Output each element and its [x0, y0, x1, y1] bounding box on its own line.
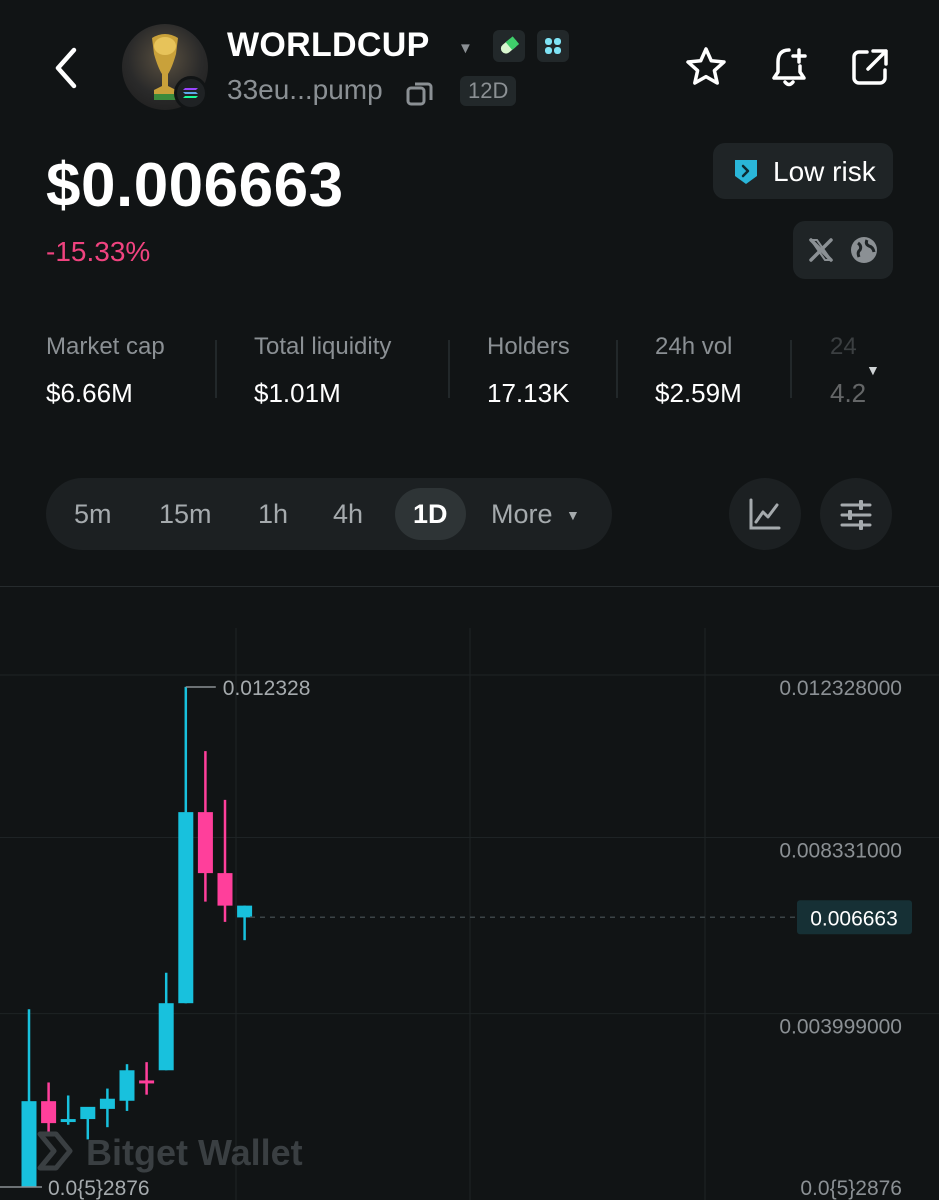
- caret-down-icon: ▼: [566, 507, 580, 523]
- candle-body: [60, 1119, 76, 1123]
- stat-label-market-cap: Market cap: [46, 333, 165, 360]
- watermark: Bitget Wallet: [86, 1132, 303, 1173]
- candle-body: [99, 1098, 115, 1109]
- price-change: -15.33%: [46, 236, 151, 267]
- stat-value-market-cap: $6.66M: [46, 378, 133, 408]
- chart-labels: 0.012328000 0.008331000 0.003999000 0.0{5}2…: [0, 677, 912, 1200]
- bitget-logo-icon: [36, 1130, 74, 1172]
- timeframe-more[interactable]: More ▼: [491, 478, 580, 550]
- stat-label-liquidity: Total liquidity: [254, 333, 392, 360]
- star-icon[interactable]: [683, 44, 729, 90]
- candles-layer: [21, 686, 253, 1187]
- high-marker-label: 0.012328: [223, 677, 311, 700]
- globe-icon[interactable]: [849, 235, 879, 270]
- candlestick-chart[interactable]: 0.012328000 0.008331000 0.003999000 0.0{5}2…: [0, 587, 939, 1200]
- low-marker-label: 0.0{5}2876: [48, 1177, 150, 1200]
- y-axis-label: 0.012328000: [779, 677, 902, 700]
- line-chart-icon: [749, 498, 781, 530]
- stat-value-holders[interactable]: 17.13K: [487, 378, 569, 409]
- stat-divider: [616, 340, 618, 398]
- candle-body: [41, 1101, 57, 1124]
- stat-label-holders: Holders: [487, 333, 570, 360]
- current-price-label: 0.006663: [810, 907, 898, 930]
- stat-divider: [790, 340, 792, 398]
- y-axis-label: 0.0{5}2876: [800, 1177, 902, 1200]
- dropdown-caret-icon[interactable]: ▼: [458, 40, 473, 57]
- chart-type-button[interactable]: [729, 478, 801, 550]
- back-arrow-icon[interactable]: [46, 40, 86, 96]
- stat-label-truncated: 24: [830, 333, 857, 360]
- stat-divider: [215, 340, 217, 398]
- candle-body: [119, 1070, 135, 1101]
- apps-tag-icon: [537, 30, 569, 62]
- expand-stats-caret-icon[interactable]: ▼: [866, 362, 880, 378]
- sliders-icon: [840, 500, 872, 530]
- candle-body: [21, 1101, 37, 1187]
- candle-body: [217, 873, 233, 906]
- bell-plus-icon[interactable]: [766, 44, 812, 90]
- solana-chain-icon: [174, 76, 208, 110]
- social-links: [793, 221, 893, 279]
- timeframe-more-label: More: [491, 499, 553, 529]
- chart-settings-button[interactable]: [820, 478, 892, 550]
- stat-overflow: 24 4.2: [828, 326, 900, 416]
- token-name[interactable]: WORLDCUP: [227, 26, 430, 65]
- stat-value-truncated: 4.2: [830, 378, 867, 408]
- stat-divider: [448, 340, 450, 398]
- timeframe-1h[interactable]: 1h: [258, 478, 288, 550]
- share-icon[interactable]: [847, 44, 893, 90]
- current-price: $0.006663: [46, 151, 344, 220]
- copy-icon[interactable]: [404, 78, 436, 110]
- risk-label: Low risk: [773, 156, 876, 187]
- shield-icon: [733, 158, 759, 186]
- stat-value-24h-vol: $2.59M: [655, 378, 742, 408]
- y-axis-label: 0.008331000: [779, 839, 902, 862]
- token-age-badge: 12D: [460, 76, 517, 106]
- candle-body: [158, 1003, 174, 1071]
- candle-body: [237, 905, 253, 918]
- x-icon[interactable]: [807, 236, 835, 269]
- timeframe-1d[interactable]: 1D: [395, 488, 466, 540]
- candle-body: [80, 1106, 96, 1120]
- token-address: 33eu...pump: [227, 74, 383, 105]
- stat-label-24h-vol: 24h vol: [655, 333, 733, 360]
- timeframe-selector: 5m 15m 1h 4h 1D More ▼: [46, 478, 612, 550]
- timeframe-4h[interactable]: 4h: [333, 478, 363, 550]
- candle-body: [139, 1080, 155, 1084]
- y-axis-label: 0.003999000: [779, 1016, 902, 1039]
- stat-value-liquidity: $1.01M: [254, 378, 341, 408]
- timeframe-5m[interactable]: 5m: [74, 478, 112, 550]
- candle-body: [197, 812, 213, 874]
- risk-badge[interactable]: Low risk: [713, 143, 893, 199]
- pill-tag-icon: [493, 30, 525, 62]
- candle-body: [178, 812, 194, 1004]
- timeframe-15m[interactable]: 15m: [159, 478, 212, 550]
